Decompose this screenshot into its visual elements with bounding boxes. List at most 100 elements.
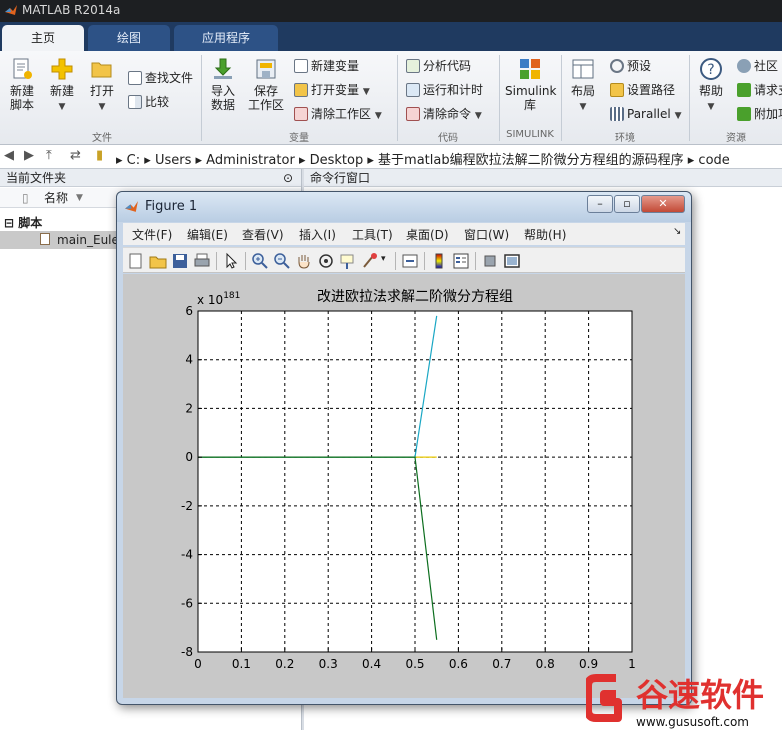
open-dropdown-caret[interactable]: ▼ xyxy=(99,102,106,112)
x-tick-label: 0 xyxy=(194,657,202,671)
layout-caret[interactable]: ▼ xyxy=(580,102,587,112)
rotate-3d-icon[interactable] xyxy=(317,252,335,270)
show-plot-tools-icon[interactable] xyxy=(503,252,521,270)
watermark-logo: 谷速软件 www.gususoft.com xyxy=(584,674,764,729)
menu-help[interactable]: 帮助(H) xyxy=(524,226,566,243)
tab-apps[interactable]: 应用程序 xyxy=(174,25,278,51)
watermark: 谷速软件 www.gususoft.com xyxy=(584,672,782,730)
svg-text:?: ? xyxy=(707,62,714,78)
plus-icon xyxy=(51,58,73,80)
maximize-button[interactable]: ▫ xyxy=(614,195,640,213)
open-variable-caret[interactable]: ▼ xyxy=(363,87,370,97)
clear-workspace-caret[interactable]: ▼ xyxy=(375,111,382,121)
compare-label: 比较 xyxy=(145,95,170,109)
legend-icon[interactable] xyxy=(452,252,470,270)
breadcrumb-item[interactable]: Users xyxy=(155,153,191,168)
toolbar-divider xyxy=(216,252,217,270)
compare-button[interactable]: 比较 xyxy=(128,94,169,110)
import-data-button[interactable]: 导入 数据 xyxy=(207,57,239,112)
watermark-brand: 谷速软件 xyxy=(636,676,764,714)
new-label: 新建 xyxy=(49,84,74,98)
open-variable-button[interactable]: 打开变量 ▼ xyxy=(294,82,370,100)
find-files-button[interactable]: 查找文件 xyxy=(128,70,193,86)
set-path-label: 设置路径 xyxy=(627,83,676,97)
tab-home[interactable]: 主页 xyxy=(2,25,84,51)
link-plot-icon[interactable] xyxy=(401,252,419,270)
new-figure-icon[interactable] xyxy=(127,252,145,270)
request-support-button[interactable]: 请求支 xyxy=(737,82,782,98)
up-folder-icon[interactable]: ⤒ xyxy=(46,148,52,163)
breadcrumb-item[interactable]: Administrator xyxy=(206,153,295,168)
tab-plots[interactable]: 绘图 xyxy=(88,25,170,51)
save-icon[interactable] xyxy=(171,252,189,270)
sort-down-icon: ▼ xyxy=(76,193,83,203)
data-cursor-icon[interactable] xyxy=(339,252,357,270)
help-caret[interactable]: ▼ xyxy=(708,102,715,112)
list-item[interactable]: main_Euler xyxy=(0,231,124,249)
browse-folder-icon[interactable]: ⇄ xyxy=(70,148,81,163)
new-script-button[interactable]: 新建 脚本 xyxy=(6,57,38,112)
save-workspace-label-2: 工作区 xyxy=(247,98,284,112)
community-button[interactable]: 社区 xyxy=(737,58,778,74)
breadcrumb-item[interactable]: C: xyxy=(127,153,140,168)
clear-commands-caret[interactable]: ▼ xyxy=(475,111,482,121)
clear-commands-icon xyxy=(406,107,420,121)
preferences-button[interactable]: 预设 xyxy=(610,58,651,74)
open-button[interactable]: 打开 ▼ xyxy=(86,57,118,114)
parallel-button[interactable]: Parallel ▼ xyxy=(610,106,681,124)
menu-window[interactable]: 窗口(W) xyxy=(464,226,509,243)
ribbon-tabs: 主页 绘图 应用程序 xyxy=(0,22,782,51)
menu-file[interactable]: 文件(F) xyxy=(132,226,172,243)
save-workspace-button[interactable]: 保存 工作区 xyxy=(246,57,286,112)
close-button[interactable]: ✕ xyxy=(641,195,685,213)
new-dropdown-caret[interactable]: ▼ xyxy=(59,102,66,112)
script-file-icon xyxy=(40,233,50,245)
pan-hand-icon[interactable] xyxy=(295,252,313,270)
gear-icon xyxy=(610,59,624,73)
hide-plot-tools-icon[interactable] xyxy=(481,252,499,270)
analyze-code-button[interactable]: 分析代码 xyxy=(406,58,471,74)
breadcrumb: ▸ C: ▸ Users ▸ Administrator ▸ Desktop ▸… xyxy=(116,153,730,168)
brush-icon[interactable] xyxy=(361,252,379,270)
forward-arrow-icon[interactable]: ▶ xyxy=(24,148,34,163)
menu-desktop[interactable]: 桌面(D) xyxy=(406,226,449,243)
minimize-button[interactable]: – xyxy=(587,195,613,213)
zoom-in-icon[interactable] xyxy=(251,252,269,270)
menu-tools[interactable]: 工具(T) xyxy=(352,226,393,243)
x-tick-label: 0.2 xyxy=(275,657,294,671)
parallel-caret[interactable]: ▼ xyxy=(675,111,682,121)
group-scripts[interactable]: ⊟ 脚本 xyxy=(4,214,42,231)
simulink-library-button[interactable]: Simulink 库 xyxy=(505,57,556,112)
run-and-time-button[interactable]: 运行和计时 xyxy=(406,82,483,98)
breadcrumb-item[interactable]: 基于matlab编程欧拉法解二阶微分方程组的源码程序 xyxy=(378,153,684,168)
breadcrumb-item[interactable]: code xyxy=(698,153,729,168)
menu-edit[interactable]: 编辑(E) xyxy=(187,226,228,243)
menu-view[interactable]: 查看(V) xyxy=(242,226,284,243)
new-button[interactable]: 新建 ▼ xyxy=(46,57,78,114)
command-window-title: 命令行窗口 xyxy=(304,169,782,187)
current-folder-title-text: 当前文件夹 xyxy=(6,171,67,185)
open-file-icon[interactable] xyxy=(149,252,167,270)
colorbar-icon[interactable] xyxy=(430,252,448,270)
brush-dropdown-caret[interactable]: ▾ xyxy=(381,254,386,264)
figure-titlebar[interactable]: Figure 1 – ▫ ✕ xyxy=(117,192,691,222)
menu-insert[interactable]: 插入(I) xyxy=(299,226,336,243)
x-tick-label: 0.9 xyxy=(579,657,598,671)
clear-workspace-button[interactable]: 清除工作区 ▼ xyxy=(294,106,382,124)
panel-menu-icon[interactable]: ⊙ xyxy=(283,169,293,187)
collapse-icon[interactable]: ⊟ xyxy=(4,216,14,230)
zoom-out-icon[interactable] xyxy=(273,252,291,270)
new-variable-button[interactable]: 新建变量 xyxy=(294,58,359,74)
run-and-time-label: 运行和计时 xyxy=(423,83,484,97)
layout-button[interactable]: 布局 ▼ xyxy=(566,57,600,114)
set-path-button[interactable]: 设置路径 xyxy=(610,82,675,98)
plot-svg: 0 0.1 0.2 0.3 0.4 0.5 0.6 0.7 0.8 0.9 1 -8 -6 -4 -2 0 2… xyxy=(181,289,636,671)
help-button[interactable]: ? 帮助 ▼ xyxy=(694,57,728,114)
pointer-icon[interactable] xyxy=(222,252,240,270)
print-icon[interactable] xyxy=(193,252,211,270)
breadcrumb-item[interactable]: Desktop xyxy=(310,153,364,168)
back-arrow-icon[interactable]: ◀ xyxy=(4,148,14,163)
addons-button[interactable]: 附加功 xyxy=(737,106,782,122)
clear-commands-button[interactable]: 清除命令 ▼ xyxy=(406,106,482,124)
dock-arrow-icon[interactable]: ↘ xyxy=(673,226,681,237)
